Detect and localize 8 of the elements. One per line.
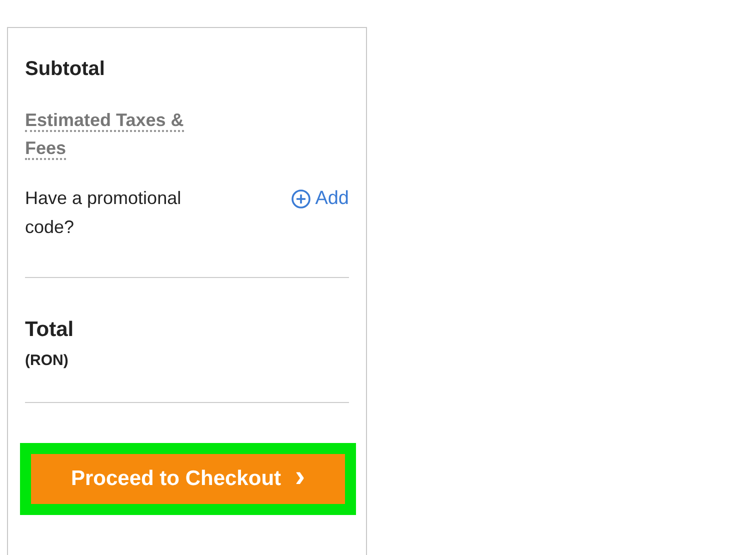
checkout-button[interactable]: Proceed to Checkout ›	[31, 454, 345, 504]
subtotal-label: Subtotal	[25, 58, 106, 81]
add-promo-link[interactable]: Add	[291, 184, 349, 213]
total-label: Total	[25, 318, 75, 342]
currency-label: (RON)	[25, 352, 70, 369]
taxes-label[interactable]: Estimated Taxes & Fees	[25, 106, 205, 162]
promo-code-label: Have a promotional code?	[25, 187, 182, 239]
plus-circle-icon	[291, 188, 312, 208]
